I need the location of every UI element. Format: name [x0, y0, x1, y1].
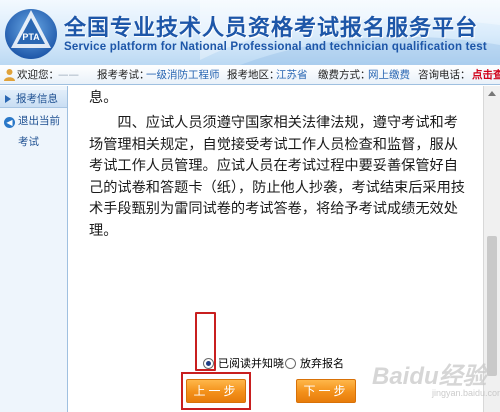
pta-logo-icon: PTA — [5, 9, 57, 59]
sidebar: 报考信息 ◀ 退出当前 考试 — [0, 86, 68, 412]
sidebar-header-label: 报考信息 — [16, 93, 58, 105]
site-title-en: Service platform for National Profession… — [64, 41, 487, 53]
username-value: —— — [58, 69, 79, 81]
phone-link[interactable]: 点击查 — [472, 65, 500, 84]
sidebar-header-apply-info[interactable]: 报考信息 — [0, 90, 67, 108]
giveup-radio[interactable] — [285, 355, 296, 373]
phone-label: 咨询电话： — [418, 69, 471, 81]
exam-value: 一级消防工程师 — [146, 69, 220, 81]
annotation-highlight-button — [181, 372, 251, 410]
payment-value: 网上缴费 — [368, 69, 410, 81]
site-title-cn: 全国专业技术人员资格考试报名服务平台 — [64, 16, 479, 41]
baidu-watermark-url: jingyan.baidu.com — [432, 388, 500, 398]
sidebar-item-exit-current[interactable]: ◀ 退出当前 — [4, 113, 60, 128]
previous-clause-tail: 息。 — [89, 90, 118, 106]
giveup-label[interactable]: 放弃报名 — [300, 355, 344, 373]
region-value: 江苏省 — [276, 69, 308, 81]
sidebar-item-exam[interactable]: 考试 — [18, 134, 39, 149]
payment-label: 缴费方式： — [318, 69, 371, 81]
back-arrow-icon: ◀ — [4, 117, 15, 128]
clause-four: 四、应试人员须遵守国家相关法律法规，遵守考试和考场管理相关规定，自觉接受考试工作… — [89, 115, 465, 239]
scroll-up-arrow-icon[interactable] — [488, 91, 496, 96]
sidebar-item-label: 退出当前 — [18, 115, 60, 127]
site-header: PTA 全国专业技术人员资格考试报名服务平台 Service platform … — [0, 0, 500, 65]
radio-unchecked-icon[interactable] — [285, 358, 296, 369]
region-label: 报考地区： — [227, 69, 280, 81]
scroll-thumb[interactable] — [487, 236, 497, 376]
logo-text: PTA — [22, 32, 40, 42]
user-info-bar: 欢迎您： —— 报考考试： 一级消防工程师 报考地区： 江苏省 缴费方式： 网上… — [0, 65, 500, 85]
welcome-label: 欢迎您： — [17, 69, 59, 81]
next-step-button[interactable]: 下一步 — [296, 379, 356, 403]
expand-triangle-icon — [5, 95, 11, 103]
annotation-highlight-radio — [195, 312, 216, 371]
user-icon — [4, 69, 15, 81]
exam-label: 报考考试： — [97, 69, 150, 81]
agree-label[interactable]: 已阅读并知晓 — [218, 355, 284, 373]
